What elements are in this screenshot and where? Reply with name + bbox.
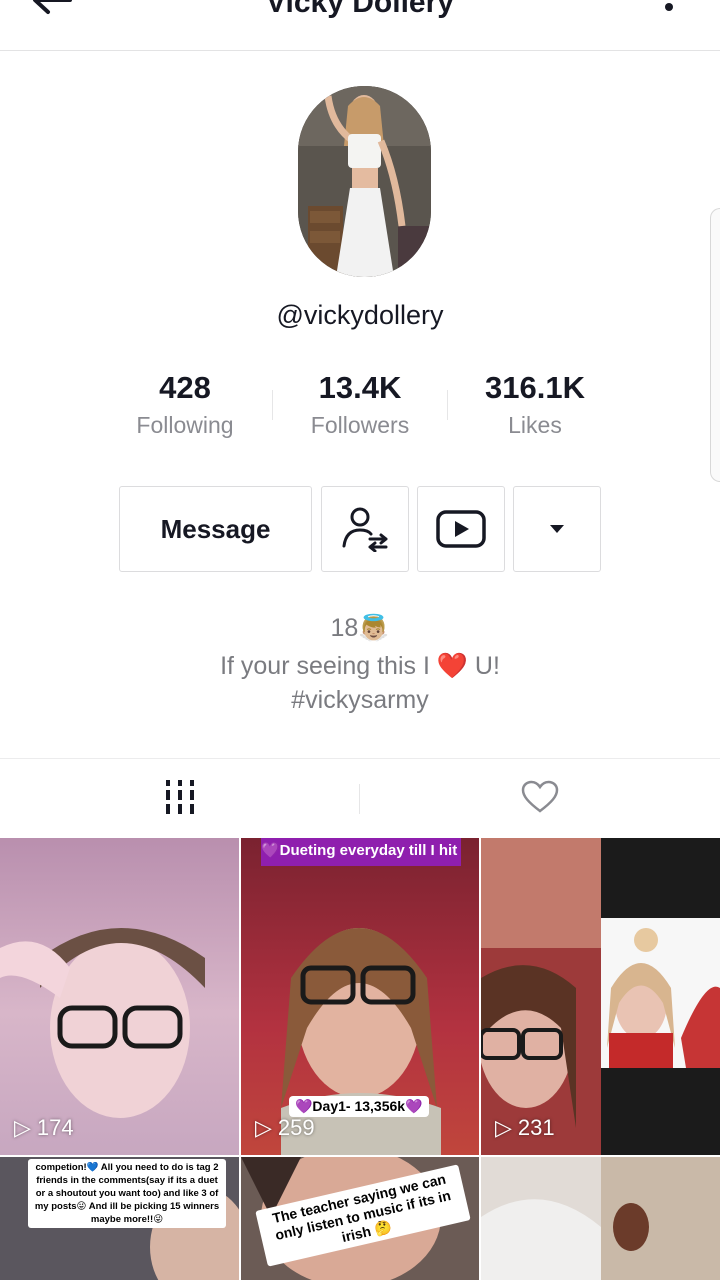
play-icon: ▷ — [495, 1115, 512, 1140]
caret-down-icon — [550, 525, 564, 533]
video-tile[interactable] — [481, 1157, 720, 1280]
bio-hashtag[interactable]: #vickysarmy — [0, 686, 720, 715]
view-count-text: 174 — [36, 1115, 74, 1140]
video-caption: 💜Day1- 13,356k💜 — [289, 1096, 429, 1117]
grid-icon[interactable] — [162, 780, 198, 814]
video-thumbnail — [0, 928, 205, 1118]
bio-line-2: If your seeing this I ❤️ U! — [0, 652, 720, 681]
bio-text: If your seeing this I — [220, 652, 437, 680]
stat-value: 316.1K — [485, 370, 585, 405]
more-vertical-icon[interactable] — [660, 0, 678, 20]
stat-label: Likes — [508, 412, 562, 438]
stat-following[interactable]: 428 Following — [105, 368, 265, 439]
bio-text: U! — [467, 652, 500, 680]
follow-user-icon — [342, 507, 388, 552]
more-dropdown-button[interactable] — [513, 486, 601, 572]
play-icon: ▷ — [255, 1115, 272, 1140]
video-tile[interactable]: The teacher saying we can only listen to… — [241, 1157, 479, 1280]
bio-line-1: 18👼🏼 — [330, 614, 390, 642]
username-handle: @vickydollery — [276, 300, 444, 330]
video-caption: 💜Dueting everyday till I hit 14k🤍 — [261, 842, 461, 859]
video-tile[interactable]: ▷ 174 — [0, 838, 239, 1155]
view-count-text: 259 — [277, 1115, 315, 1140]
stat-value: 13.4K — [318, 370, 402, 405]
video-tile[interactable]: 💜Dueting everyday till I hit 14k🤍 💜Day1-… — [241, 838, 479, 1155]
stat-followers[interactable]: 13.4K Followers — [280, 368, 440, 439]
heart-emoji-icon: ❤️ — [436, 652, 468, 680]
stat-value: 428 — [159, 370, 211, 405]
video-tile[interactable]: competion!💙 All you need to do is tag 2 … — [0, 1157, 239, 1280]
divider — [447, 390, 448, 420]
heart-icon[interactable] — [520, 780, 560, 814]
message-button[interactable]: Message — [119, 486, 312, 572]
page-title: Vicky Dollery — [266, 0, 454, 19]
view-count: ▷ 174 — [14, 1115, 74, 1141]
video-thumbnail — [481, 838, 720, 1155]
video-caption: competion!💙 All you need to do is tag 2 … — [28, 1159, 226, 1228]
divider — [359, 784, 360, 814]
video-thumbnail — [481, 1157, 720, 1280]
view-count: ▷ 231 — [495, 1115, 555, 1141]
stat-label: Followers — [310, 412, 410, 438]
follow-toggle-button[interactable] — [321, 486, 409, 572]
youtube-icon — [436, 510, 486, 548]
stat-likes[interactable]: 316.1K Likes — [455, 368, 615, 439]
divider — [272, 390, 273, 420]
video-tile[interactable]: ▷ 231 — [481, 838, 720, 1155]
view-count: ▷ 259 — [255, 1115, 315, 1141]
profile-avatar[interactable] — [298, 86, 431, 277]
view-count-text: 231 — [517, 1115, 555, 1140]
stat-label: Following — [136, 412, 234, 438]
play-icon: ▷ — [14, 1115, 31, 1140]
content-tabs — [0, 758, 720, 837]
top-bar: Vicky Dollery — [0, 0, 720, 51]
scrollbar[interactable] — [710, 208, 720, 482]
youtube-button[interactable] — [417, 486, 505, 572]
